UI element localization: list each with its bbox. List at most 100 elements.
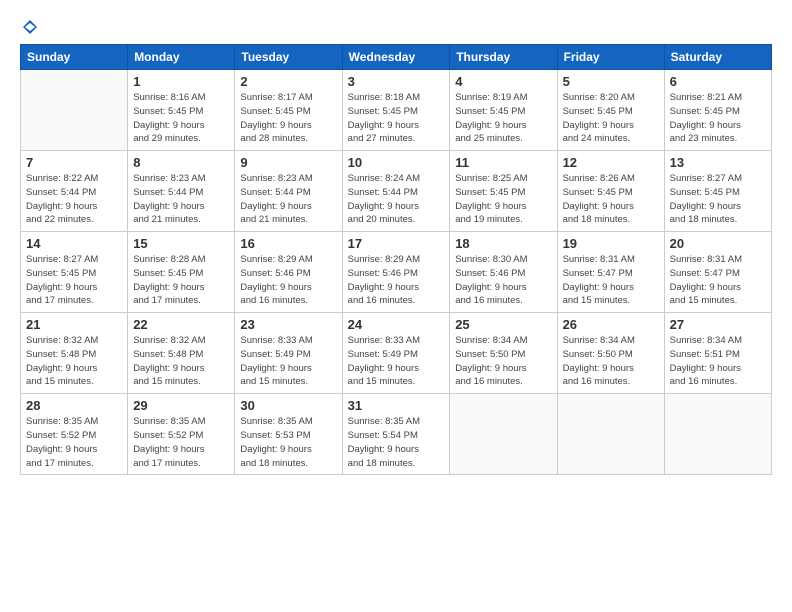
day-header-wednesday: Wednesday (342, 45, 450, 70)
calendar-week-row: 7 Sunrise: 8:22 AM Sunset: 5:44 PM Daylig… (21, 151, 772, 232)
day-info: Sunrise: 8:25 AM Sunset: 5:45 PM Dayligh… (455, 172, 551, 227)
day-number: 21 (26, 317, 122, 332)
day-number: 16 (240, 236, 336, 251)
day-info: Sunrise: 8:29 AM Sunset: 5:46 PM Dayligh… (240, 253, 336, 308)
calendar-cell: 12 Sunrise: 8:26 AM Sunset: 5:45 PM Dayli… (557, 151, 664, 232)
day-info: Sunrise: 8:23 AM Sunset: 5:44 PM Dayligh… (133, 172, 229, 227)
day-header-monday: Monday (128, 45, 235, 70)
day-number: 20 (670, 236, 766, 251)
calendar-cell: 4Sunrise: 8:19 AM Sunset: 5:45 PM Daylig… (450, 70, 557, 151)
logo (20, 18, 40, 36)
calendar-cell (21, 70, 128, 151)
day-info: Sunrise: 8:27 AM Sunset: 5:45 PM Dayligh… (670, 172, 766, 227)
day-info: Sunrise: 8:34 AM Sunset: 5:50 PM Dayligh… (563, 334, 659, 389)
day-info: Sunrise: 8:24 AM Sunset: 5:44 PM Dayligh… (348, 172, 445, 227)
day-number: 29 (133, 398, 229, 413)
header (20, 18, 772, 36)
calendar-cell: 11 Sunrise: 8:25 AM Sunset: 5:45 PM Dayli… (450, 151, 557, 232)
day-number: 9 (240, 155, 336, 170)
day-info: Sunrise: 8:33 AM Sunset: 5:49 PM Dayligh… (348, 334, 445, 389)
calendar-cell: 3Sunrise: 8:18 AM Sunset: 5:45 PM Daylig… (342, 70, 450, 151)
day-header-saturday: Saturday (664, 45, 771, 70)
day-info: Sunrise: 8:34 AM Sunset: 5:50 PM Dayligh… (455, 334, 551, 389)
day-info: Sunrise: 8:29 AM Sunset: 5:46 PM Dayligh… (348, 253, 445, 308)
calendar-cell: 8 Sunrise: 8:23 AM Sunset: 5:44 PM Daylig… (128, 151, 235, 232)
day-header-friday: Friday (557, 45, 664, 70)
calendar: SundayMondayTuesdayWednesdayThursdayFrid… (20, 44, 772, 475)
day-info: Sunrise: 8:17 AM Sunset: 5:45 PM Dayligh… (240, 91, 336, 146)
calendar-cell: 27 Sunrise: 8:34 AM Sunset: 5:51 PM Dayli… (664, 313, 771, 394)
day-number: 12 (563, 155, 659, 170)
day-number: 14 (26, 236, 122, 251)
day-number: 24 (348, 317, 445, 332)
day-header-tuesday: Tuesday (235, 45, 342, 70)
day-info: Sunrise: 8:34 AM Sunset: 5:51 PM Dayligh… (670, 334, 766, 389)
day-header-sunday: Sunday (21, 45, 128, 70)
calendar-week-row: 28 Sunrise: 8:35 AM Sunset: 5:52 PM Dayli… (21, 394, 772, 475)
calendar-week-row: 21 Sunrise: 8:32 AM Sunset: 5:48 PM Dayli… (21, 313, 772, 394)
day-number: 3 (348, 74, 445, 89)
day-number: 30 (240, 398, 336, 413)
logo-icon (21, 18, 39, 36)
calendar-week-row: 1 Sunrise: 8:16 AM Sunset: 5:45 PM Daylig… (21, 70, 772, 151)
calendar-cell: 6 Sunrise: 8:21 AM Sunset: 5:45 PM Daylig… (664, 70, 771, 151)
calendar-cell: 15 Sunrise: 8:28 AM Sunset: 5:45 PM Dayli… (128, 232, 235, 313)
calendar-cell: 29 Sunrise: 8:35 AM Sunset: 5:52 PM Dayli… (128, 394, 235, 475)
day-number: 15 (133, 236, 229, 251)
day-info: Sunrise: 8:33 AM Sunset: 5:49 PM Dayligh… (240, 334, 336, 389)
calendar-cell: 22 Sunrise: 8:32 AM Sunset: 5:48 PM Dayli… (128, 313, 235, 394)
calendar-cell: 5 Sunrise: 8:20 AM Sunset: 5:45 PM Daylig… (557, 70, 664, 151)
calendar-cell: 17 Sunrise: 8:29 AM Sunset: 5:46 PM Dayli… (342, 232, 450, 313)
day-info: Sunrise: 8:31 AM Sunset: 5:47 PM Dayligh… (563, 253, 659, 308)
day-info: Sunrise: 8:16 AM Sunset: 5:45 PM Dayligh… (133, 91, 229, 146)
calendar-cell: 1 Sunrise: 8:16 AM Sunset: 5:45 PM Daylig… (128, 70, 235, 151)
day-number: 28 (26, 398, 122, 413)
day-info: Sunrise: 8:28 AM Sunset: 5:45 PM Dayligh… (133, 253, 229, 308)
day-number: 6 (670, 74, 766, 89)
calendar-cell: 7 Sunrise: 8:22 AM Sunset: 5:44 PM Daylig… (21, 151, 128, 232)
day-number: 2 (240, 74, 336, 89)
calendar-cell: 28 Sunrise: 8:35 AM Sunset: 5:52 PM Dayli… (21, 394, 128, 475)
calendar-cell (450, 394, 557, 475)
calendar-cell (664, 394, 771, 475)
day-info: Sunrise: 8:21 AM Sunset: 5:45 PM Dayligh… (670, 91, 766, 146)
calendar-week-row: 14 Sunrise: 8:27 AM Sunset: 5:45 PM Dayli… (21, 232, 772, 313)
day-number: 22 (133, 317, 229, 332)
day-info: Sunrise: 8:35 AM Sunset: 5:54 PM Dayligh… (348, 415, 445, 470)
calendar-cell: 16 Sunrise: 8:29 AM Sunset: 5:46 PM Dayli… (235, 232, 342, 313)
day-info: Sunrise: 8:35 AM Sunset: 5:52 PM Dayligh… (26, 415, 122, 470)
calendar-cell: 14 Sunrise: 8:27 AM Sunset: 5:45 PM Dayli… (21, 232, 128, 313)
day-info: Sunrise: 8:22 AM Sunset: 5:44 PM Dayligh… (26, 172, 122, 227)
calendar-cell: 31Sunrise: 8:35 AM Sunset: 5:54 PM Dayli… (342, 394, 450, 475)
day-number: 4 (455, 74, 551, 89)
day-info: Sunrise: 8:27 AM Sunset: 5:45 PM Dayligh… (26, 253, 122, 308)
day-number: 8 (133, 155, 229, 170)
day-info: Sunrise: 8:20 AM Sunset: 5:45 PM Dayligh… (563, 91, 659, 146)
day-number: 10 (348, 155, 445, 170)
calendar-cell: 13 Sunrise: 8:27 AM Sunset: 5:45 PM Dayli… (664, 151, 771, 232)
day-number: 27 (670, 317, 766, 332)
calendar-cell: 19 Sunrise: 8:31 AM Sunset: 5:47 PM Dayli… (557, 232, 664, 313)
calendar-cell: 23Sunrise: 8:33 AM Sunset: 5:49 PM Dayli… (235, 313, 342, 394)
day-info: Sunrise: 8:26 AM Sunset: 5:45 PM Dayligh… (563, 172, 659, 227)
day-number: 13 (670, 155, 766, 170)
day-number: 5 (563, 74, 659, 89)
day-number: 25 (455, 317, 551, 332)
day-info: Sunrise: 8:23 AM Sunset: 5:44 PM Dayligh… (240, 172, 336, 227)
calendar-cell: 26Sunrise: 8:34 AM Sunset: 5:50 PM Dayli… (557, 313, 664, 394)
day-number: 11 (455, 155, 551, 170)
calendar-cell: 20 Sunrise: 8:31 AM Sunset: 5:47 PM Dayli… (664, 232, 771, 313)
day-number: 17 (348, 236, 445, 251)
day-info: Sunrise: 8:31 AM Sunset: 5:47 PM Dayligh… (670, 253, 766, 308)
day-number: 7 (26, 155, 122, 170)
day-info: Sunrise: 8:35 AM Sunset: 5:52 PM Dayligh… (133, 415, 229, 470)
day-number: 1 (133, 74, 229, 89)
day-header-thursday: Thursday (450, 45, 557, 70)
calendar-cell: 21Sunrise: 8:32 AM Sunset: 5:48 PM Dayli… (21, 313, 128, 394)
calendar-cell: 25 Sunrise: 8:34 AM Sunset: 5:50 PM Dayli… (450, 313, 557, 394)
day-info: Sunrise: 8:32 AM Sunset: 5:48 PM Dayligh… (133, 334, 229, 389)
calendar-cell: 10 Sunrise: 8:24 AM Sunset: 5:44 PM Dayli… (342, 151, 450, 232)
calendar-cell: 9 Sunrise: 8:23 AM Sunset: 5:44 PM Daylig… (235, 151, 342, 232)
calendar-body: 1 Sunrise: 8:16 AM Sunset: 5:45 PM Daylig… (21, 70, 772, 475)
day-number: 19 (563, 236, 659, 251)
